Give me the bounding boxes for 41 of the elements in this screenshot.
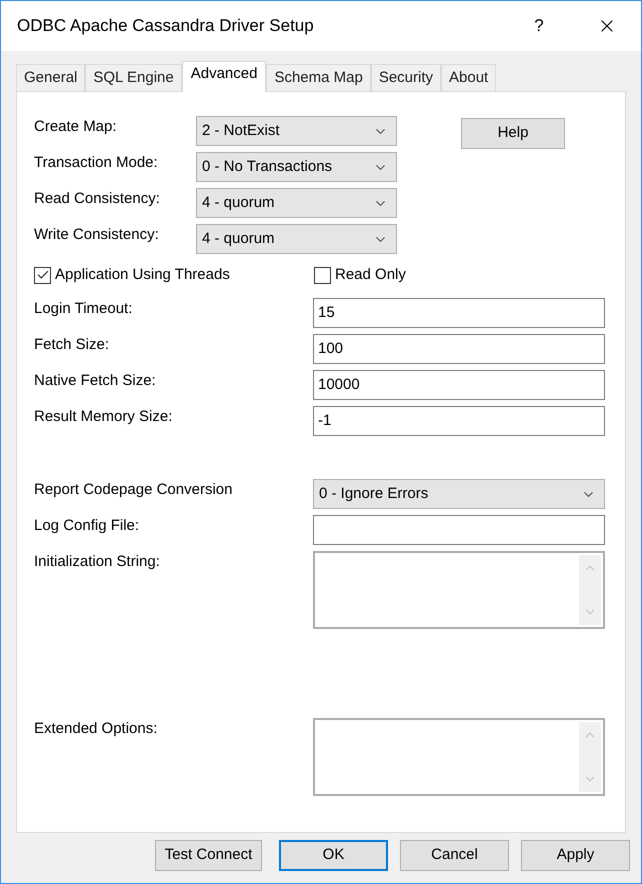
dialog-button[interactable]: Apply — [521, 840, 630, 871]
field-label: Native Fetch Size: — [34, 371, 157, 391]
help-button[interactable]: Help — [461, 118, 565, 149]
text-area[interactable] — [313, 718, 605, 796]
dialog-button[interactable]: OK — [279, 840, 388, 871]
field-label: Initialization String: — [34, 552, 161, 572]
text-field[interactable]: -1 — [313, 406, 605, 436]
dropdown[interactable]: 4 - quorum — [196, 188, 397, 218]
help-title-button[interactable]: ? — [519, 13, 559, 39]
text-field[interactable]: 100 — [313, 334, 605, 364]
tab[interactable]: Schema Map — [266, 64, 371, 91]
field-label: Create Map: — [34, 117, 118, 137]
text-area[interactable] — [313, 551, 605, 629]
checkbox[interactable]: Application Using Threads — [34, 264, 314, 286]
checkbox[interactable]: Read Only — [314, 264, 406, 286]
field-label: Read Consistency: — [34, 189, 161, 209]
dialog-button[interactable]: Test Connect — [155, 840, 262, 871]
field-label: Transaction Mode: — [34, 153, 159, 173]
dropdown[interactable]: 4 - quorum — [196, 224, 397, 254]
window-title: ODBC Apache Cassandra Driver Setup — [17, 15, 315, 38]
tab[interactable]: General — [16, 64, 86, 91]
tab[interactable]: SQL Engine — [85, 64, 182, 91]
field-label: Fetch Size: — [34, 335, 110, 355]
field-label: Write Consistency: — [34, 225, 160, 245]
scrollbar[interactable] — [579, 722, 601, 792]
dropdown[interactable]: 0 - No Transactions — [196, 152, 397, 182]
tab[interactable]: About — [441, 64, 496, 91]
scrollbar[interactable] — [579, 555, 601, 625]
tab[interactable]: Advanced — [182, 61, 266, 92]
dialog-button[interactable]: Cancel — [400, 840, 509, 871]
text-field[interactable]: 10000 — [313, 370, 605, 400]
field-label: Login Timeout: — [34, 299, 134, 319]
field-label: Extended Options: — [34, 719, 158, 739]
text-field[interactable] — [313, 515, 605, 545]
field-label: Result Memory Size: — [34, 407, 174, 427]
text-field[interactable]: 15 — [313, 298, 605, 328]
field-label: Report Codepage Conversion — [34, 480, 234, 500]
dropdown[interactable]: 2 - NotExist — [196, 116, 397, 146]
dropdown[interactable]: 0 - Ignore Errors — [313, 479, 605, 509]
tab[interactable]: Security — [370, 64, 441, 91]
field-label: Log Config File: — [34, 516, 140, 536]
